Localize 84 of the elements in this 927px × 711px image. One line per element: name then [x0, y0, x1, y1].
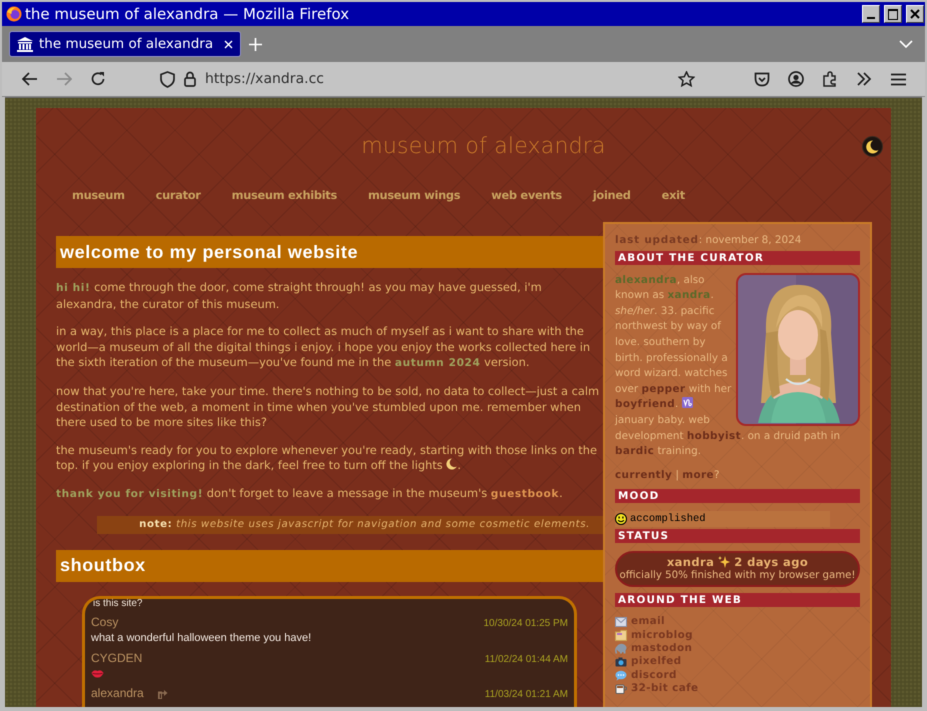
lock-icon	[184, 71, 196, 87]
pocket-icon	[754, 72, 770, 86]
elephant-icon	[615, 643, 627, 654]
sparkle-icon	[718, 556, 730, 568]
moon-icon	[866, 140, 879, 154]
links-text: currently | more?	[615, 468, 721, 483]
arrow-left-icon	[22, 72, 38, 86]
nav-link[interactable]: museum	[72, 188, 125, 202]
paragraph: now that you're here, take your time. there's nothing to be sold, no data to collect—just a calm destination of the web, a moment in time when you've stumbled upon me. remember when there used to be more sites like this?	[56, 384, 600, 431]
close-icon	[910, 9, 920, 19]
message-text: what a wonderful halloween theme you have!	[91, 630, 312, 645]
sidebar-heading: MOOD	[615, 489, 860, 504]
star-icon	[678, 71, 694, 87]
link[interactable]: discord	[631, 668, 677, 684]
link[interactable]: currently	[615, 468, 672, 481]
link[interactable]: hobbyist	[686, 430, 741, 442]
folder-icon	[615, 630, 627, 641]
lips-icon	[91, 668, 104, 678]
message-text: is this site?	[92, 598, 144, 609]
smiley-icon	[615, 513, 627, 526]
sidebar-heading: AROUND THE WEB	[615, 593, 860, 608]
paragraph: the museum's ready for you to explore whenever you're ready, starting with those links on the top. if you enjoy exploring in the dark, feel free to turn off the lights .	[56, 442, 598, 474]
maximize-button[interactable]	[884, 5, 902, 23]
capricorn-icon	[682, 397, 693, 408]
shield-icon	[160, 70, 175, 88]
reload-icon	[90, 71, 106, 87]
status-message: officially 50% finished with my browser game!	[619, 569, 856, 584]
building-icon	[17, 36, 33, 52]
paragraph: in a way, this place is a place for me to collect as much of myself as i want to share with the world—a museum of all the digital things i enjoy. i hope you enjoy the works collected here in the sixth iteration of the museum—you've found me in the autumn 2024 version.	[56, 324, 592, 372]
speech-bubble-icon	[615, 670, 627, 682]
paragraph: hi hi! come through the door, come straight through! as you may have guessed, i'm alexandra, the curator of this museum.	[56, 280, 543, 312]
arrow-right-icon	[56, 72, 72, 86]
minimize-button[interactable]	[862, 5, 880, 23]
author-name: alexandra	[91, 686, 144, 700]
link[interactable]: guestbook	[490, 488, 560, 500]
plus-icon[interactable]	[249, 38, 262, 50]
site-title: museum of alexandra	[361, 134, 606, 159]
link[interactable]: boyfriend	[615, 398, 676, 410]
nav-link[interactable]: curator	[156, 188, 201, 202]
nav-link[interactable]: museum exhibits	[232, 188, 337, 202]
author-name: CYGDEN	[91, 650, 142, 665]
link[interactable]: pepper	[641, 382, 686, 395]
close-button[interactable]	[906, 5, 924, 23]
close-icon[interactable]	[224, 40, 233, 48]
mood-text: accomplished	[630, 513, 706, 526]
timestamp: 10/30/24 01:25 PM	[483, 616, 568, 631]
timestamp: 11/02/24 01:44 AM	[484, 652, 568, 667]
nav-link[interactable]: exit	[662, 188, 685, 202]
last-updated: last updated: november 8, 2024	[615, 233, 802, 248]
firefox-icon	[6, 6, 22, 22]
account-icon	[788, 71, 804, 87]
browser-tab[interactable]: the museum of alexandra	[9, 31, 241, 57]
status-user: xandra	[666, 555, 714, 570]
note-banner: note: this website uses javascript for navigation and some cosmetic elements.	[97, 516, 604, 534]
dark-mode-button[interactable]	[862, 136, 883, 157]
link[interactable]: bardic	[615, 445, 654, 458]
envelope-icon	[615, 617, 627, 627]
link[interactable]: mastodon	[631, 641, 692, 657]
nav-link[interactable]: joined	[592, 188, 631, 202]
section-heading: welcome to my personal website	[56, 236, 604, 268]
timestamp: 11/03/24 01:21 AM	[484, 688, 568, 702]
address-field[interactable]: https://xandra.cc	[205, 71, 324, 87]
window-title: the museum of alexandra — Mozilla Firefox	[25, 5, 350, 23]
section-heading: shoutbox	[56, 550, 604, 582]
status-time: 2 days ago	[734, 555, 808, 570]
link[interactable]: more	[682, 468, 714, 481]
sidebar-heading: ABOUT THE CURATOR	[615, 250, 860, 265]
link[interactable]: microblog	[631, 628, 693, 644]
chevron-down-icon[interactable]	[899, 40, 913, 48]
menu-icon	[890, 72, 906, 86]
sidebar-heading: STATUS	[615, 529, 860, 544]
chevrons-icon	[856, 72, 872, 86]
link[interactable]: email	[631, 614, 666, 630]
puzzle-icon	[822, 71, 838, 87]
mug-icon	[615, 683, 627, 694]
nav-link[interactable]: museum wings	[368, 188, 460, 202]
camera-icon	[615, 657, 627, 668]
paragraph: thank you for visiting! don't forget to leave a message in the museum's guestbook.	[56, 486, 564, 502]
moon-icon	[446, 458, 458, 470]
link[interactable]: 32-bit cafe	[631, 681, 698, 697]
link[interactable]: pixelfed	[631, 654, 682, 670]
bio-text: alexandra, also known as xandra. she/her. 33. pacific northwest by way of love. southern by birth. professionally a word wizard. watches over pepper with her boyfriend. january baby. web development hobbyist. on a druid path in bardic training.	[615, 272, 860, 460]
nav-link[interactable]: web events	[491, 188, 562, 202]
author-name: Cosy	[91, 614, 118, 629]
